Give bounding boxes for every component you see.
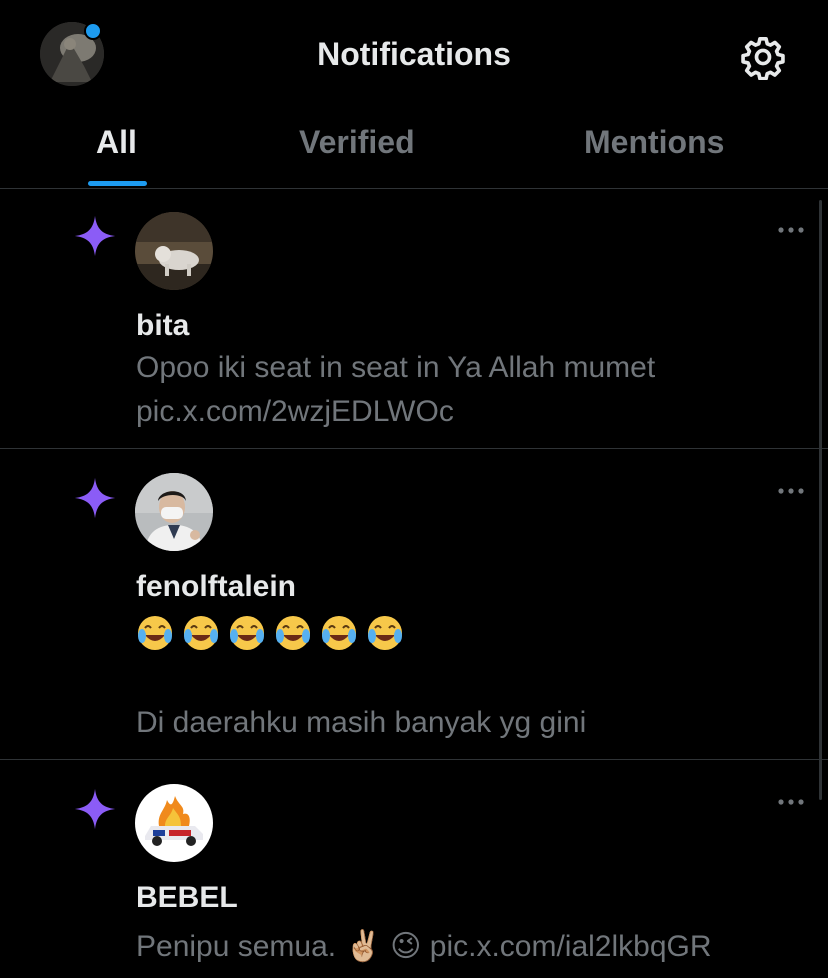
emoji-line bbox=[136, 614, 404, 652]
gear-icon[interactable] bbox=[740, 34, 786, 80]
page-title: Notifications bbox=[317, 36, 511, 72]
laughing-crying-emoji-icon bbox=[138, 616, 172, 650]
sparkle-icon bbox=[74, 215, 116, 257]
post-text: Penipu semua. ✌🏼 😉 pic.x.com/ial2lkbqGR bbox=[136, 930, 712, 963]
scrollbar[interactable] bbox=[819, 200, 822, 800]
active-tab-indicator bbox=[88, 181, 147, 186]
user-name[interactable]: BEBEL bbox=[136, 881, 238, 915]
laughing-crying-emoji-icon bbox=[184, 616, 218, 650]
tab-verified[interactable]: Verified bbox=[299, 124, 415, 161]
user-name[interactable]: fenolftalein bbox=[136, 570, 296, 604]
sparkle-icon bbox=[74, 477, 116, 519]
notification-item[interactable]: bita Opoo iki seat in seat in Ya Allah m… bbox=[0, 189, 828, 449]
laughing-crying-emoji-icon bbox=[322, 616, 356, 650]
laughing-crying-emoji-icon bbox=[276, 616, 310, 650]
tab-mentions[interactable]: Mentions bbox=[584, 124, 724, 161]
tab-bar: All Verified Mentions bbox=[0, 110, 828, 189]
avatar[interactable] bbox=[135, 784, 213, 862]
more-options-icon[interactable] bbox=[776, 486, 806, 496]
post-link[interactable]: pic.x.com/2wzjEDLWOc bbox=[136, 395, 454, 429]
laughing-crying-emoji-icon bbox=[230, 616, 264, 650]
avatar[interactable] bbox=[135, 212, 213, 290]
avatar-photo-person bbox=[135, 473, 213, 551]
top-bar: Notifications bbox=[0, 0, 828, 110]
post-text: Opoo iki seat in seat in Ya Allah mumet bbox=[136, 351, 656, 384]
notification-item[interactable]: BEBEL Penipu semua. ✌🏼 😉 pic.x.com/ial2l… bbox=[0, 760, 828, 978]
sparkle-icon bbox=[74, 788, 116, 830]
post-text: Di daerahku masih banyak yg gini bbox=[136, 706, 587, 739]
more-options-icon[interactable] bbox=[776, 225, 806, 235]
user-name[interactable]: bita bbox=[136, 309, 189, 343]
avatar-photo-cat bbox=[135, 212, 213, 290]
avatar[interactable] bbox=[135, 473, 213, 551]
more-options-icon[interactable] bbox=[776, 797, 806, 807]
avatar-photo-burning-car bbox=[135, 784, 213, 862]
laughing-crying-emoji-icon bbox=[368, 616, 402, 650]
tab-all[interactable]: All bbox=[96, 124, 137, 161]
notification-item[interactable]: fenolftalein Di daerahku masih banyak yg… bbox=[0, 449, 828, 760]
